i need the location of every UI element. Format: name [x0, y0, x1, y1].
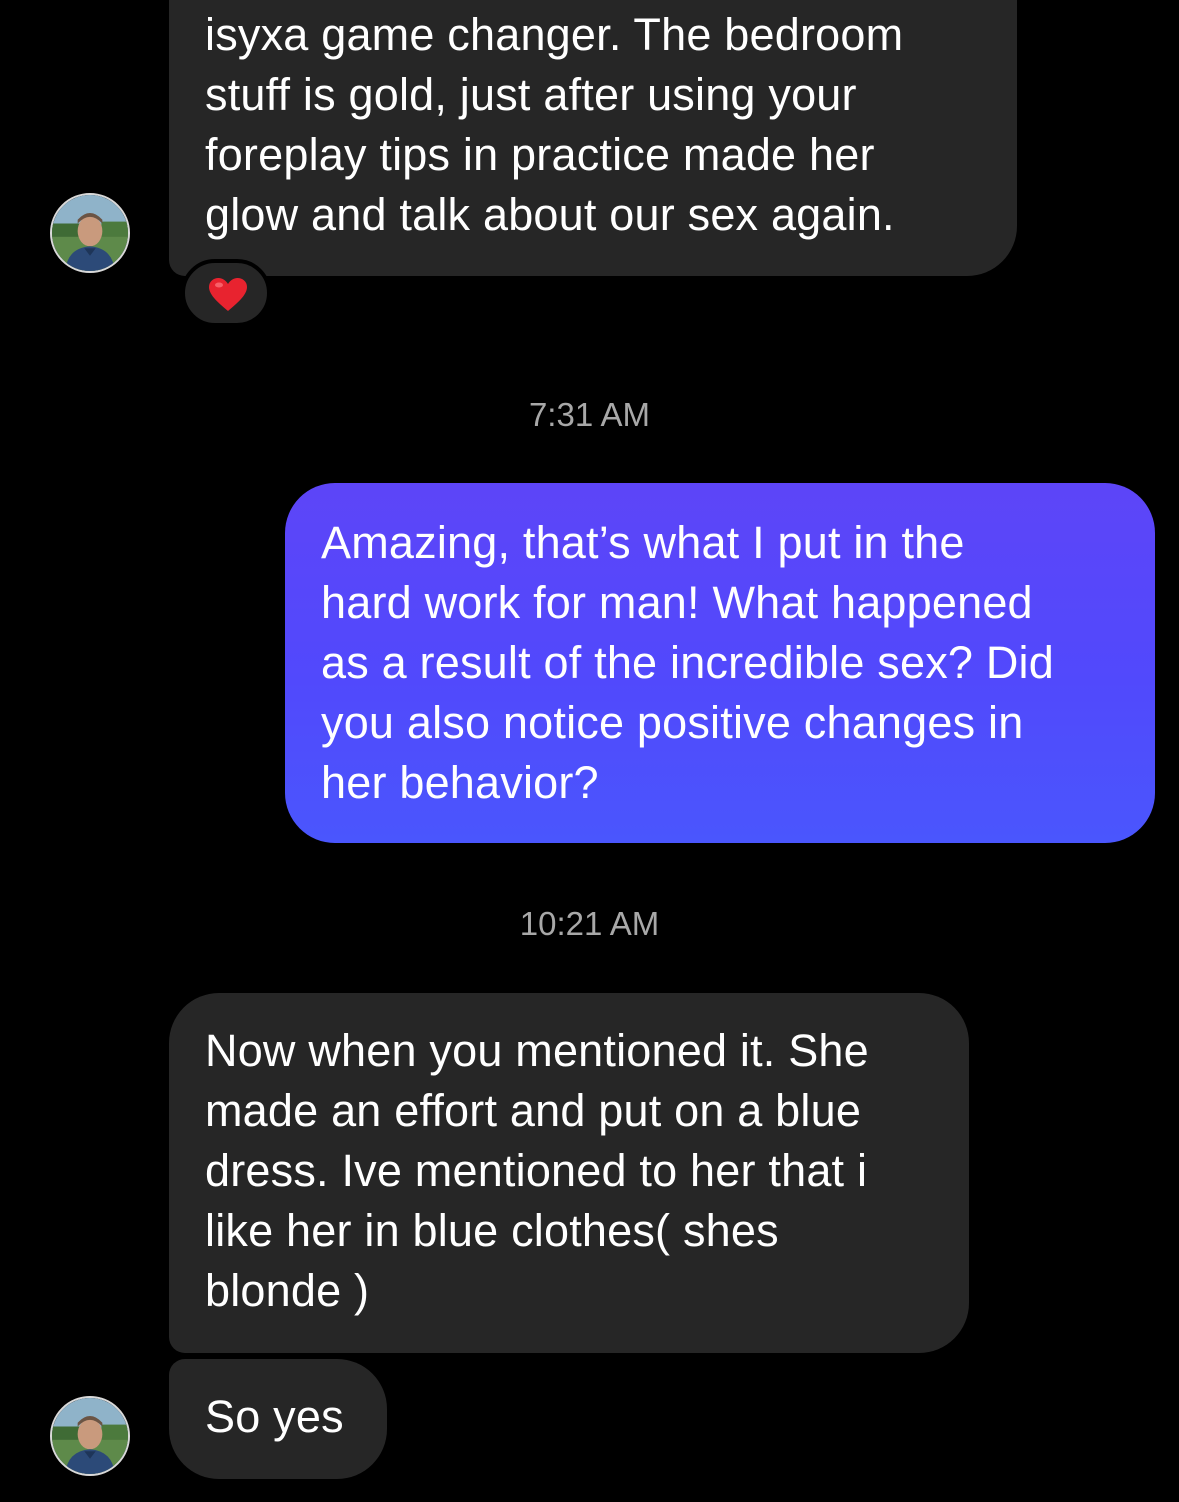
message-bubble-incoming[interactable]: Now when you mentioned it. She made an e… — [169, 993, 969, 1353]
red-heart-icon — [209, 278, 247, 311]
message-bubble-outgoing[interactable]: Amazing, that’s what I put in the hard w… — [285, 483, 1155, 843]
contact-avatar[interactable] — [50, 193, 130, 273]
avatar-photo-icon — [52, 195, 128, 271]
timestamp: 10:21 AM — [519, 905, 660, 942]
avatar-photo-icon — [52, 1398, 128, 1474]
contact-avatar[interactable] — [50, 1396, 130, 1476]
message-bubble-incoming[interactable]: So yes — [169, 1359, 387, 1479]
reaction-badge[interactable] — [181, 259, 271, 327]
message-bubble-incoming[interactable]: isyxa game changer. The bedroom stuff is… — [169, 0, 1017, 276]
timestamp: 7:31 AM — [528, 396, 651, 433]
